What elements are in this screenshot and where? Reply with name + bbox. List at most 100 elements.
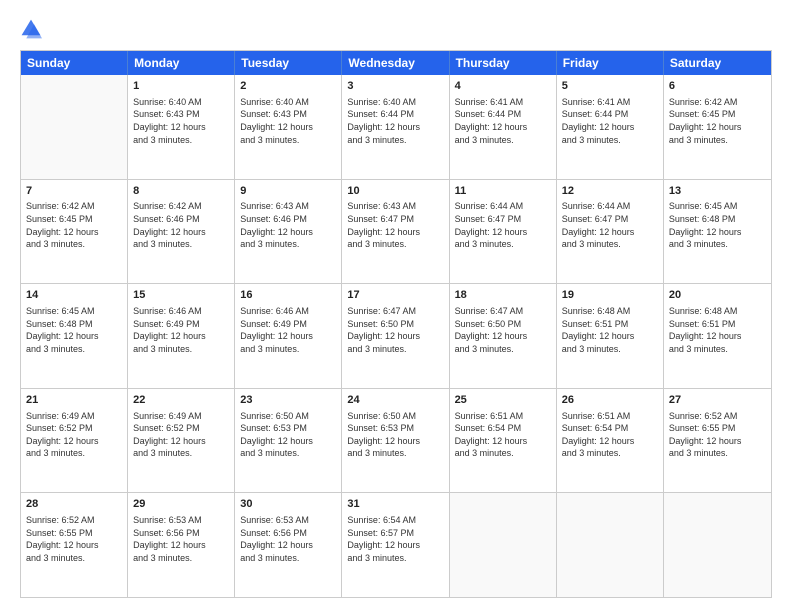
cell-info: Sunrise: 6:48 AM Sunset: 6:51 PM Dayligh… <box>562 305 658 355</box>
header <box>20 18 772 40</box>
cal-week-5: 28 Sunrise: 6:52 AM Sunset: 6:55 PM Dayli… <box>21 492 771 597</box>
cal-cell: 19 Sunrise: 6:48 AM Sunset: 6:51 PM Dayli… <box>557 284 664 388</box>
cell-info: Sunrise: 6:51 AM Sunset: 6:54 PM Dayligh… <box>562 410 658 460</box>
cell-info: Sunrise: 6:48 AM Sunset: 6:51 PM Dayligh… <box>669 305 766 355</box>
cal-cell: 10Sunrise: 6:43 AM Sunset: 6:47 PM Dayli… <box>342 180 449 284</box>
cell-info: Sunrise: 6:46 AM Sunset: 6:49 PM Dayligh… <box>240 305 336 355</box>
cal-cell: 25 Sunrise: 6:51 AM Sunset: 6:54 PM Dayli… <box>450 389 557 493</box>
day-number: 2 <box>240 79 336 94</box>
day-number: 3 <box>347 79 443 94</box>
cell-info: Sunrise: 6:52 AM Sunset: 6:55 PM Dayligh… <box>26 514 122 564</box>
cal-cell: 18 Sunrise: 6:47 AM Sunset: 6:50 PM Dayli… <box>450 284 557 388</box>
day-number: 21 <box>26 393 122 408</box>
day-number: 7 <box>26 184 122 199</box>
cell-info: Sunrise: 6:42 AM Sunset: 6:45 PM Dayligh… <box>669 96 766 146</box>
cell-info: Sunrise: 6:41 AM Sunset: 6:44 PM Dayligh… <box>562 96 658 146</box>
cal-cell: 30 Sunrise: 6:53 AM Sunset: 6:56 PM Dayli… <box>235 493 342 597</box>
cal-cell: 29 Sunrise: 6:53 AM Sunset: 6:56 PM Dayli… <box>128 493 235 597</box>
day-number: 26 <box>562 393 658 408</box>
cal-cell <box>21 75 128 179</box>
page: SundayMondayTuesdayWednesdayThursdayFrid… <box>0 0 792 612</box>
cal-cell: 28 Sunrise: 6:52 AM Sunset: 6:55 PM Dayli… <box>21 493 128 597</box>
cell-info: Sunrise: 6:43 AM Sunset: 6:46 PM Dayligh… <box>240 200 336 250</box>
cell-info: Sunrise: 6:51 AM Sunset: 6:54 PM Dayligh… <box>455 410 551 460</box>
cal-week-2: 7Sunrise: 6:42 AM Sunset: 6:45 PM Daylig… <box>21 179 771 284</box>
cal-cell: 7Sunrise: 6:42 AM Sunset: 6:45 PM Daylig… <box>21 180 128 284</box>
cal-header-sunday: Sunday <box>21 51 128 75</box>
cell-info: Sunrise: 6:41 AM Sunset: 6:44 PM Dayligh… <box>455 96 551 146</box>
day-number: 13 <box>669 184 766 199</box>
cal-header-thursday: Thursday <box>450 51 557 75</box>
cal-header-friday: Friday <box>557 51 664 75</box>
day-number: 25 <box>455 393 551 408</box>
calendar-body: 1 Sunrise: 6:40 AM Sunset: 6:43 PM Daylig… <box>21 75 771 597</box>
cal-cell: 20 Sunrise: 6:48 AM Sunset: 6:51 PM Dayli… <box>664 284 771 388</box>
cell-info: Sunrise: 6:49 AM Sunset: 6:52 PM Dayligh… <box>26 410 122 460</box>
day-number: 24 <box>347 393 443 408</box>
cal-cell: 23 Sunrise: 6:50 AM Sunset: 6:53 PM Dayli… <box>235 389 342 493</box>
cal-cell: 12Sunrise: 6:44 AM Sunset: 6:47 PM Dayli… <box>557 180 664 284</box>
cal-cell: 13Sunrise: 6:45 AM Sunset: 6:48 PM Dayli… <box>664 180 771 284</box>
day-number: 5 <box>562 79 658 94</box>
logo-icon <box>20 18 42 40</box>
cell-info: Sunrise: 6:42 AM Sunset: 6:45 PM Dayligh… <box>26 200 122 250</box>
cell-info: Sunrise: 6:50 AM Sunset: 6:53 PM Dayligh… <box>240 410 336 460</box>
day-number: 14 <box>26 288 122 303</box>
cal-cell: 6 Sunrise: 6:42 AM Sunset: 6:45 PM Daylig… <box>664 75 771 179</box>
cal-cell <box>450 493 557 597</box>
day-number: 17 <box>347 288 443 303</box>
cal-cell: 21 Sunrise: 6:49 AM Sunset: 6:52 PM Dayli… <box>21 389 128 493</box>
cal-cell <box>557 493 664 597</box>
day-number: 22 <box>133 393 229 408</box>
cell-info: Sunrise: 6:40 AM Sunset: 6:43 PM Dayligh… <box>133 96 229 146</box>
cal-cell: 5 Sunrise: 6:41 AM Sunset: 6:44 PM Daylig… <box>557 75 664 179</box>
day-number: 16 <box>240 288 336 303</box>
cell-info: Sunrise: 6:43 AM Sunset: 6:47 PM Dayligh… <box>347 200 443 250</box>
day-number: 20 <box>669 288 766 303</box>
day-number: 31 <box>347 497 443 512</box>
cell-info: Sunrise: 6:53 AM Sunset: 6:56 PM Dayligh… <box>133 514 229 564</box>
cell-info: Sunrise: 6:53 AM Sunset: 6:56 PM Dayligh… <box>240 514 336 564</box>
day-number: 1 <box>133 79 229 94</box>
cal-cell: 3 Sunrise: 6:40 AM Sunset: 6:44 PM Daylig… <box>342 75 449 179</box>
cell-info: Sunrise: 6:42 AM Sunset: 6:46 PM Dayligh… <box>133 200 229 250</box>
cal-cell: 26 Sunrise: 6:51 AM Sunset: 6:54 PM Dayli… <box>557 389 664 493</box>
cell-info: Sunrise: 6:46 AM Sunset: 6:49 PM Dayligh… <box>133 305 229 355</box>
cell-info: Sunrise: 6:44 AM Sunset: 6:47 PM Dayligh… <box>562 200 658 250</box>
cal-cell: 27 Sunrise: 6:52 AM Sunset: 6:55 PM Dayli… <box>664 389 771 493</box>
day-number: 4 <box>455 79 551 94</box>
cell-info: Sunrise: 6:47 AM Sunset: 6:50 PM Dayligh… <box>347 305 443 355</box>
cal-cell: 9Sunrise: 6:43 AM Sunset: 6:46 PM Daylig… <box>235 180 342 284</box>
cal-cell: 11Sunrise: 6:44 AM Sunset: 6:47 PM Dayli… <box>450 180 557 284</box>
cal-cell: 1 Sunrise: 6:40 AM Sunset: 6:43 PM Daylig… <box>128 75 235 179</box>
cell-info: Sunrise: 6:50 AM Sunset: 6:53 PM Dayligh… <box>347 410 443 460</box>
cell-info: Sunrise: 6:54 AM Sunset: 6:57 PM Dayligh… <box>347 514 443 564</box>
cell-info: Sunrise: 6:47 AM Sunset: 6:50 PM Dayligh… <box>455 305 551 355</box>
cal-cell: 15Sunrise: 6:46 AM Sunset: 6:49 PM Dayli… <box>128 284 235 388</box>
cell-info: Sunrise: 6:40 AM Sunset: 6:43 PM Dayligh… <box>240 96 336 146</box>
cal-week-4: 21 Sunrise: 6:49 AM Sunset: 6:52 PM Dayli… <box>21 388 771 493</box>
cell-info: Sunrise: 6:52 AM Sunset: 6:55 PM Dayligh… <box>669 410 766 460</box>
cal-week-1: 1 Sunrise: 6:40 AM Sunset: 6:43 PM Daylig… <box>21 75 771 179</box>
cell-info: Sunrise: 6:44 AM Sunset: 6:47 PM Dayligh… <box>455 200 551 250</box>
cal-cell: 4 Sunrise: 6:41 AM Sunset: 6:44 PM Daylig… <box>450 75 557 179</box>
day-number: 18 <box>455 288 551 303</box>
logo <box>20 18 46 40</box>
cell-info: Sunrise: 6:45 AM Sunset: 6:48 PM Dayligh… <box>669 200 766 250</box>
day-number: 29 <box>133 497 229 512</box>
day-number: 27 <box>669 393 766 408</box>
cal-header-monday: Monday <box>128 51 235 75</box>
calendar: SundayMondayTuesdayWednesdayThursdayFrid… <box>20 50 772 598</box>
day-number: 28 <box>26 497 122 512</box>
cal-cell <box>664 493 771 597</box>
day-number: 23 <box>240 393 336 408</box>
day-number: 19 <box>562 288 658 303</box>
day-number: 6 <box>669 79 766 94</box>
cell-info: Sunrise: 6:49 AM Sunset: 6:52 PM Dayligh… <box>133 410 229 460</box>
calendar-header-row: SundayMondayTuesdayWednesdayThursdayFrid… <box>21 51 771 75</box>
day-number: 30 <box>240 497 336 512</box>
cal-week-3: 14Sunrise: 6:45 AM Sunset: 6:48 PM Dayli… <box>21 283 771 388</box>
cal-header-tuesday: Tuesday <box>235 51 342 75</box>
cal-cell: 24 Sunrise: 6:50 AM Sunset: 6:53 PM Dayli… <box>342 389 449 493</box>
cell-info: Sunrise: 6:40 AM Sunset: 6:44 PM Dayligh… <box>347 96 443 146</box>
